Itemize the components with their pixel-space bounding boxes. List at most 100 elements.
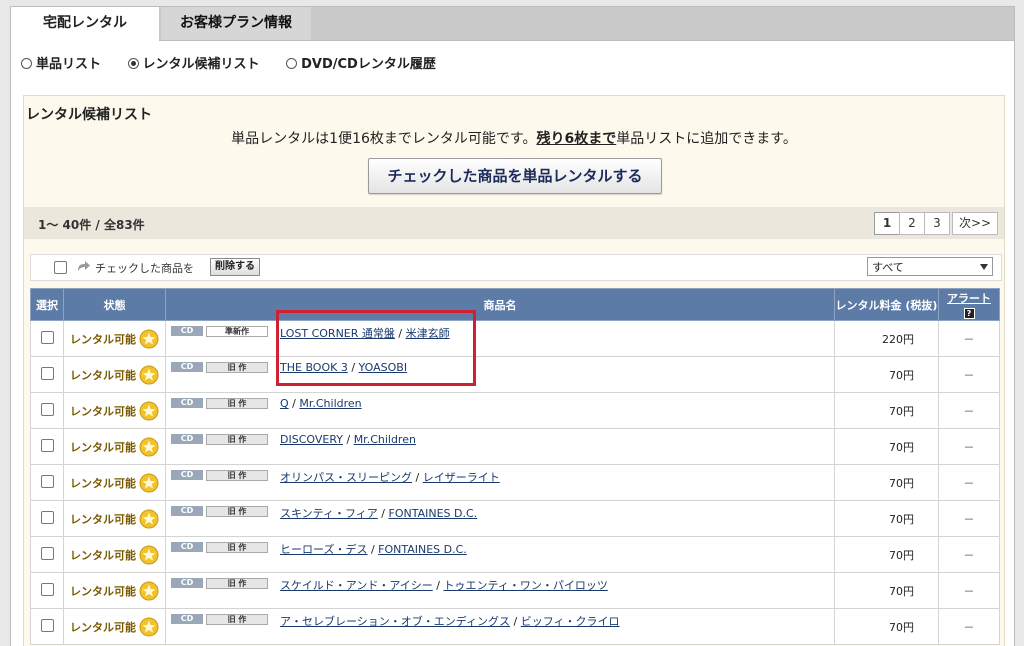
radio-single-list[interactable]: 単品リスト [21,53,101,72]
status-text: レンタル可能 [70,404,136,418]
radio-button[interactable] [127,58,139,69]
media-badge: CD [171,614,203,624]
notice-text: 単品レンタルは1便16枚までレンタル可能です。 [231,131,537,147]
artist-link[interactable]: Mr.Children [299,397,361,410]
media-badge: CD [171,506,203,516]
title-link[interactable]: ア・セレブレーション・オブ・エンディングス [280,615,510,628]
radio-rental-history[interactable]: DVD/CDレンタル履歴 [286,53,436,72]
artist-link[interactable]: FONTAINES D.C. [378,543,467,556]
delete-button[interactable]: 削除する [210,258,260,276]
bulk-action-bar: チェックした商品を 削除する すべて [30,254,1002,281]
artist-link[interactable]: ビッフィ・クライロ [521,615,620,628]
status-text: レンタル可能 [70,368,136,382]
header-name: 商品名 [165,288,835,321]
release-type-badge: 旧 作 [206,542,268,553]
title-link[interactable]: THE BOOK 3 [280,361,348,374]
artist-link[interactable]: 米津玄師 [406,327,450,340]
title-link[interactable]: LOST CORNER 通常盤 [280,327,395,340]
radio-button[interactable] [286,58,298,69]
price-cell: 70円 [834,428,939,465]
name-cell: CD 旧 作 DISCOVERY / Mr.Children [165,428,835,465]
pagination: 1 2 3 次>> [874,212,998,235]
status-cell: レンタル可能 [63,464,166,501]
title-link[interactable]: スキンティ・フィア [280,507,378,520]
list-type-radio-group: 単品リスト レンタル候補リスト DVD/CDレンタル履歴 [21,53,458,73]
filter-select[interactable]: すべて [867,257,993,276]
title-line: THE BOOK 3 / YOASOBI [280,361,408,374]
table-row: レンタル可能 CD 旧 作 Q / Mr.Children 70円 － [30,392,1000,429]
table-row: レンタル可能 CD 旧 作 オリンパス・スリーピング / レイザーライト 70円 … [30,464,1000,501]
page-1-button[interactable]: 1 [874,212,900,235]
radio-button[interactable] [21,58,32,69]
row-select-cell [30,392,64,429]
media-badges: CD 旧 作 [171,470,268,483]
result-count: 1～ 40件 / 全83件 [38,218,145,232]
artist-link[interactable]: Mr.Children [354,433,416,446]
page-2-button[interactable]: 2 [899,212,925,235]
row-checkbox[interactable] [40,438,54,452]
panel-title: レンタル候補リスト [26,107,152,123]
price-cell: 70円 [834,392,939,429]
help-icon[interactable]: ? [963,308,975,319]
artist-link[interactable]: FONTAINES D.C. [389,507,478,520]
table-row: レンタル可能 CD 旧 作 ア・セレブレーション・オブ・エンディングス / ビッフ… [30,608,1000,645]
tab-delivery-rental[interactable]: 宅配レンタル [11,7,159,41]
status-cell: レンタル可能 [63,572,166,609]
rent-checked-button[interactable]: チェックした商品を単品レンタルする [368,158,662,194]
title-line: オリンパス・スリーピング / レイザーライト [280,471,500,484]
header-alert: アラート ? [938,288,1000,321]
header-status: 状態 [63,288,166,321]
row-checkbox[interactable] [40,474,54,488]
arrow-icon [78,261,90,271]
radio-label: DVD/CDレンタル履歴 [301,57,436,72]
status-wrap: レンタル可能 [64,401,165,421]
row-select-cell [30,428,64,465]
row-checkbox[interactable] [40,546,54,560]
release-type-badge: 旧 作 [206,614,268,625]
media-badge: CD [171,362,203,372]
star-icon [139,365,159,384]
title-line: LOST CORNER 通常盤 / 米津玄師 [280,327,450,340]
select-all-checkbox[interactable] [54,261,67,274]
media-badge: CD [171,326,203,336]
row-select-cell [30,536,64,573]
title-link[interactable]: スケイルド・アンド・アイシー [280,579,433,592]
media-badges: CD 旧 作 [171,614,268,627]
artist-link[interactable]: トゥエンティ・ワン・パイロッツ [444,579,608,592]
alert-cell: － [938,356,1000,393]
alert-cell: － [938,608,1000,645]
rental-limit-notice: 単品レンタルは1便16枚までレンタル可能です。残り6枚まで単品リストに追加できま… [24,128,1004,148]
release-type-badge: 準新作 [206,326,268,337]
next-page-button[interactable]: 次>> [952,212,998,235]
row-checkbox[interactable] [40,330,54,344]
radio-label: 単品リスト [36,57,102,72]
title-line: DISCOVERY / Mr.Children [280,433,416,446]
title-link[interactable]: オリンパス・スリーピング [280,471,412,484]
page-3-button[interactable]: 3 [924,212,950,235]
tab-plan-info[interactable]: お客様プラン情報 [161,7,311,40]
artist-link[interactable]: レイザーライト [423,471,500,484]
title-link[interactable]: ヒーローズ・デス [280,543,367,556]
candidate-list-panel: レンタル候補リスト 単品レンタルは1便16枚までレンタル可能です。残り6枚まで単… [23,95,1005,646]
name-cell: CD 旧 作 ア・セレブレーション・オブ・エンディングス / ビッフィ・クライロ [165,608,835,645]
table-row: レンタル可能 CD 旧 作 THE BOOK 3 / YOASOBI 70円 － [30,356,1000,393]
row-checkbox[interactable] [40,582,54,596]
header-price: レンタル料金 (税抜) [834,288,939,321]
status-text: レンタル可能 [70,332,136,346]
price-cell: 70円 [834,572,939,609]
title-link[interactable]: Q [280,397,289,410]
name-cell: CD 旧 作 ヒーローズ・デス / FONTAINES D.C. [165,536,835,573]
row-select-cell [30,572,64,609]
release-type-badge: 旧 作 [206,398,268,409]
table-row: レンタル可能 CD 準新作 LOST CORNER 通常盤 / 米津玄師 220円… [30,320,1000,357]
row-checkbox[interactable] [40,366,54,380]
artist-link[interactable]: YOASOBI [359,361,408,374]
row-checkbox[interactable] [40,402,54,416]
title-link[interactable]: DISCOVERY [280,433,343,446]
radio-candidate-list[interactable]: レンタル候補リスト [127,53,260,72]
media-badge: CD [171,434,203,444]
status-wrap: レンタル可能 [64,329,165,349]
alert-help-link[interactable]: アラート [947,292,991,305]
row-checkbox[interactable] [40,510,54,524]
row-checkbox[interactable] [40,618,54,632]
